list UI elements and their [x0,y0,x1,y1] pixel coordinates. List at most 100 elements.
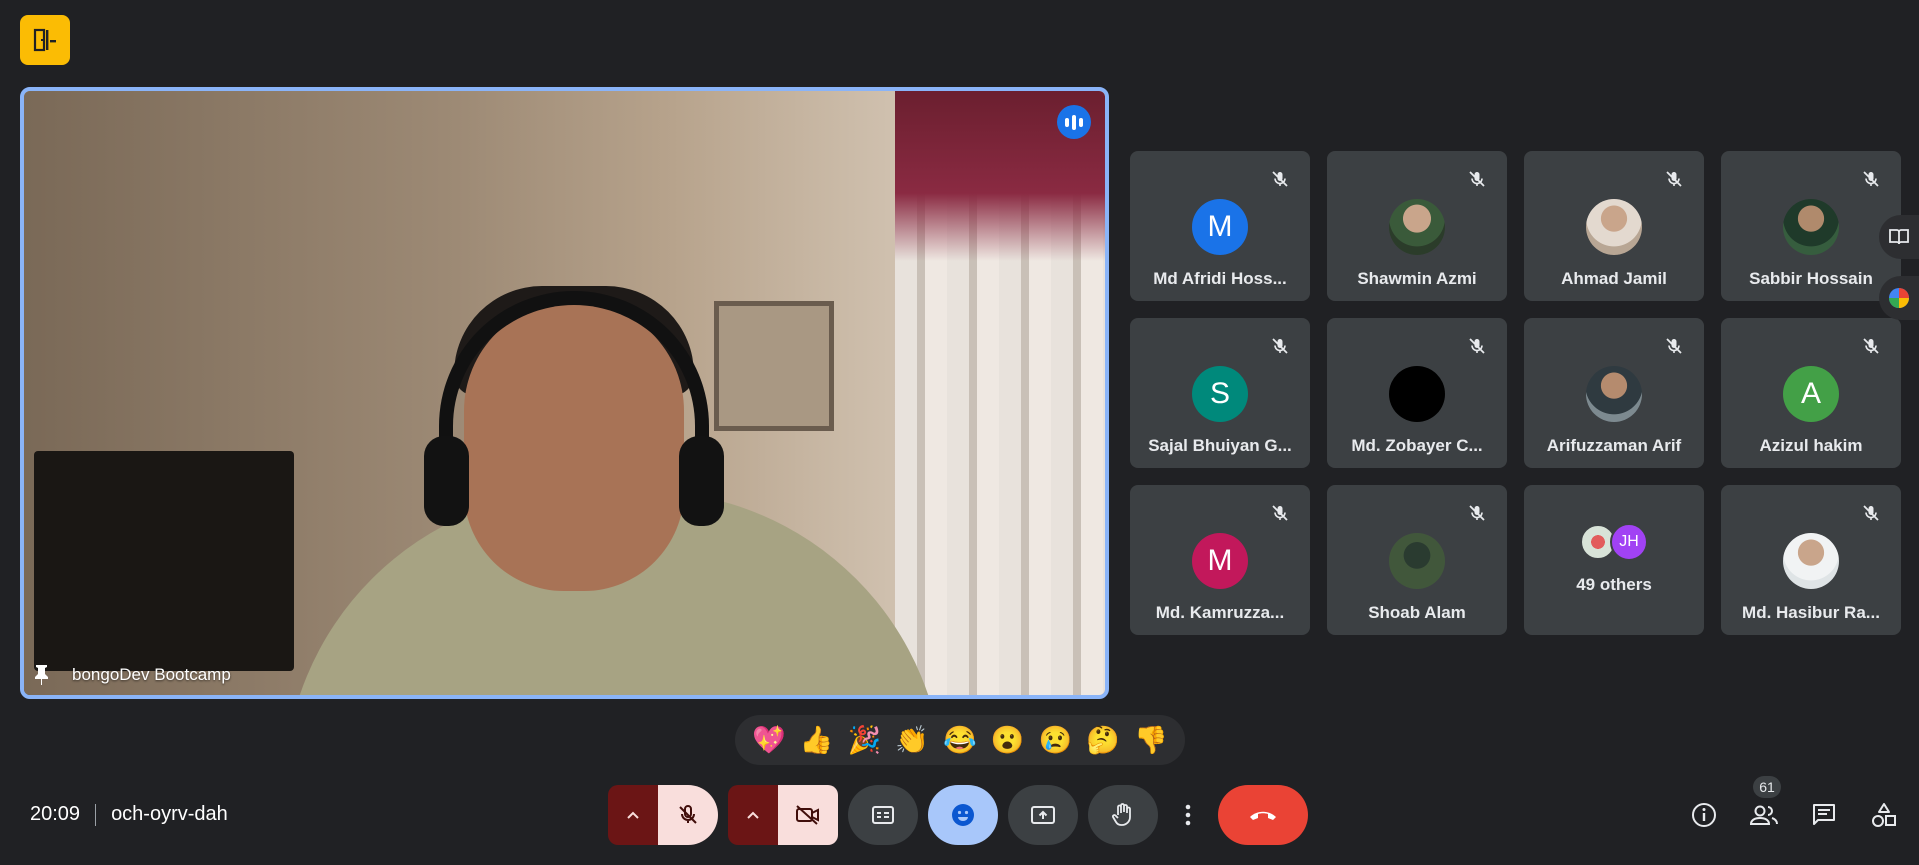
reaction-party-popper[interactable]: 🎉 [848,724,882,756]
mic-off-icon [1666,338,1682,354]
meeting-host-badge[interactable] [20,15,70,65]
meeting-time: 20:09 [30,803,81,825]
phone-hangup-icon [1250,811,1276,820]
reaction-crying[interactable]: 😢 [1039,724,1073,756]
mic-off-icon [1863,338,1879,354]
participant-tile[interactable]: Shawmin Azmi [1327,151,1507,301]
avatar: M [1192,199,1248,255]
participant-grid: M Md Afridi Hoss... Shawmin Azmi Ahmad J… [1130,151,1902,635]
avatar [1586,199,1642,255]
participant-name: Sabbir Hossain [1749,269,1873,288]
participant-tile[interactable]: Ahmad Jamil [1524,151,1704,301]
emoji-reactions-button[interactable] [928,785,998,845]
camera-control [728,785,838,845]
microphone-control [608,785,718,845]
others-tile[interactable]: JH 49 others [1524,485,1704,635]
mic-off-icon [1666,171,1682,187]
call-controls [608,785,1308,845]
reaction-sparkling-heart[interactable]: 💖 [752,724,786,756]
participant-tile[interactable]: Sabbir Hossain [1721,151,1901,301]
people-count-badge: 61 [1753,776,1781,798]
avatar [1389,366,1445,422]
avatar: A [1783,366,1839,422]
meet-window: bongoDev Bootcamp M Md Afridi Hoss... Sh… [0,0,1919,865]
people-icon [1749,805,1778,825]
side-controls: 61 [1687,776,1901,835]
raise-hand-icon [1112,803,1131,826]
activities-button[interactable] [1867,798,1901,832]
avatar [1783,533,1839,589]
participant-tile[interactable]: S Sajal Bhuiyan G... [1130,318,1310,468]
side-panel-book-button[interactable] [1879,215,1919,259]
participant-name: Sajal Bhuiyan G... [1148,436,1292,455]
mic-off-icon [1469,171,1485,187]
participant-name: Arifuzzaman Arif [1546,436,1682,455]
door-icon [33,28,56,52]
closed-captions-icon [872,806,894,824]
mic-off-icon [1863,505,1879,521]
participant-tile[interactable]: Shoab Alam [1327,485,1507,635]
mic-off-icon [1272,338,1288,354]
avatar [1783,199,1839,255]
mic-off-icon [1272,505,1288,521]
participant-tile[interactable]: A Azizul hakim [1721,318,1901,468]
avatar: M [1192,533,1248,589]
reactions-bar: 💖 👍 🎉 👏 😂 😮 😢 🤔 👎 [735,715,1185,765]
avatar: S [1192,366,1248,422]
participant-name: Shawmin Azmi [1357,269,1477,288]
participant-tile[interactable]: M Md Afridi Hoss... [1130,151,1310,301]
meeting-code: och-oyrv-dah [111,803,228,825]
avatar [1586,366,1642,422]
reaction-thinking[interactable]: 🤔 [1086,724,1120,756]
participant-name: Shoab Alam [1368,603,1466,622]
meeting-details-button[interactable] [1687,798,1721,832]
participant-name: Ahmad Jamil [1561,269,1667,288]
app-logo-icon [1889,288,1909,308]
more-options-button[interactable] [1168,785,1208,845]
participant-name: Azizul hakim [1759,436,1863,455]
main-participant-label: bongoDev Bootcamp [32,663,231,687]
mic-off-icon [1863,171,1879,187]
reaction-laughing[interactable]: 😂 [943,724,977,756]
mic-off-icon [679,804,697,824]
reaction-surprised[interactable]: 😮 [991,724,1025,756]
microphone-toggle-button[interactable] [658,785,718,845]
reaction-thumbs-up[interactable]: 👍 [800,724,834,756]
participant-tile[interactable]: Arifuzzaman Arif [1524,318,1704,468]
participant-name: Md. Hasibur Ra... [1742,603,1880,622]
camera-toggle-button[interactable] [778,785,838,845]
captions-button[interactable] [848,785,918,845]
mic-off-icon [1469,338,1485,354]
mic-off-icon [1469,505,1485,521]
others-avatars: JH [1580,523,1648,561]
present-screen-icon [1031,806,1055,824]
present-screen-button[interactable] [1008,785,1078,845]
participant-name: Md. Kamruzza... [1155,603,1285,622]
avatar [1389,199,1445,255]
side-panel-app-button[interactable] [1879,276,1919,320]
participant-name: Md. Zobayer C... [1351,436,1483,455]
chat-icon [1813,804,1835,825]
participant-tile[interactable]: M Md. Kamruzza... [1130,485,1310,635]
participant-tile[interactable]: Md. Hasibur Ra... [1721,485,1901,635]
people-button[interactable]: 61 [1747,776,1781,832]
pin-icon[interactable] [32,663,54,687]
chat-button[interactable] [1807,798,1841,832]
reaction-clapping[interactable]: 👏 [895,724,929,756]
book-icon [1889,229,1909,245]
leave-call-button[interactable] [1218,785,1308,845]
raise-hand-button[interactable] [1088,785,1158,845]
reaction-thumbs-down[interactable]: 👎 [1134,724,1168,756]
participant-tile[interactable]: Md. Zobayer C... [1327,318,1507,468]
audio-options-button[interactable] [608,785,658,845]
video-options-button[interactable] [728,785,778,845]
avatar: JH [1610,523,1648,561]
others-count-label: 49 others [1576,575,1652,594]
main-video-tile[interactable]: bongoDev Bootcamp [20,87,1109,699]
participant-name: Md Afridi Hoss... [1153,269,1287,288]
info-icon [1692,803,1716,827]
camera-off-icon [796,805,819,825]
meeting-info: 20:09 och-oyrv-dah [30,803,228,826]
shapes-icon [1872,803,1896,827]
mic-off-icon [1272,171,1288,187]
